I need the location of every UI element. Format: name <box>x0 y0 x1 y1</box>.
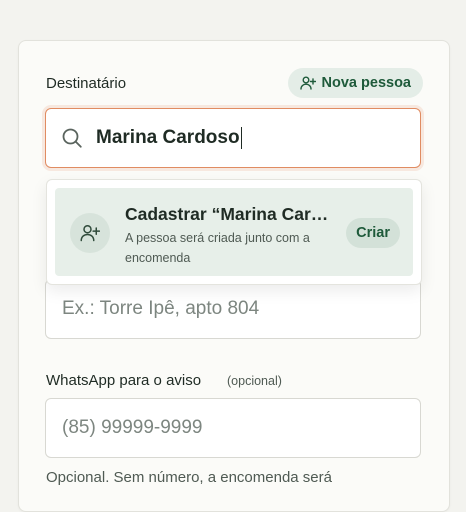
form-card: Destinatário Nova pessoa Marina Cardoso … <box>18 40 450 512</box>
create-button[interactable]: Criar <box>346 218 400 248</box>
text-caret <box>240 127 243 149</box>
user-plus-icon <box>299 75 316 91</box>
user-plus-icon <box>70 213 110 253</box>
create-person-suggestion[interactable]: Cadastrar “Marina Cardoso” A pessoa será… <box>55 188 413 276</box>
search-value: Marina Cardoso <box>96 127 240 148</box>
suggestion-subtitle: A pessoa será criada junto com a encomen… <box>125 231 310 265</box>
new-person-button[interactable]: Nova pessoa <box>287 68 423 98</box>
unit-placeholder: Ex.: Torre Ipê, apto 804 <box>62 298 260 319</box>
search-value-wrap: Marina Cardoso <box>96 127 243 149</box>
suggestion-title: Cadastrar “Marina Cardoso” <box>125 204 335 224</box>
suggestion-dropdown: Cadastrar “Marina Cardoso” A pessoa será… <box>46 179 422 285</box>
whatsapp-optional-tag: (opcional) <box>227 374 282 388</box>
recipient-label: Destinatário <box>46 75 127 92</box>
recipient-search-input[interactable]: Marina Cardoso <box>45 108 421 168</box>
whatsapp-placeholder: (85) 99999-9999 <box>62 417 203 438</box>
whatsapp-hint: Opcional. Sem número, a encomenda será <box>46 469 332 486</box>
whatsapp-input[interactable]: (85) 99999-9999 <box>45 398 421 458</box>
unit-input[interactable]: Ex.: Torre Ipê, apto 804 <box>45 279 421 339</box>
new-person-label: Nova pessoa <box>321 75 411 91</box>
search-icon <box>61 127 83 154</box>
whatsapp-label: WhatsApp para o aviso <box>46 372 202 389</box>
